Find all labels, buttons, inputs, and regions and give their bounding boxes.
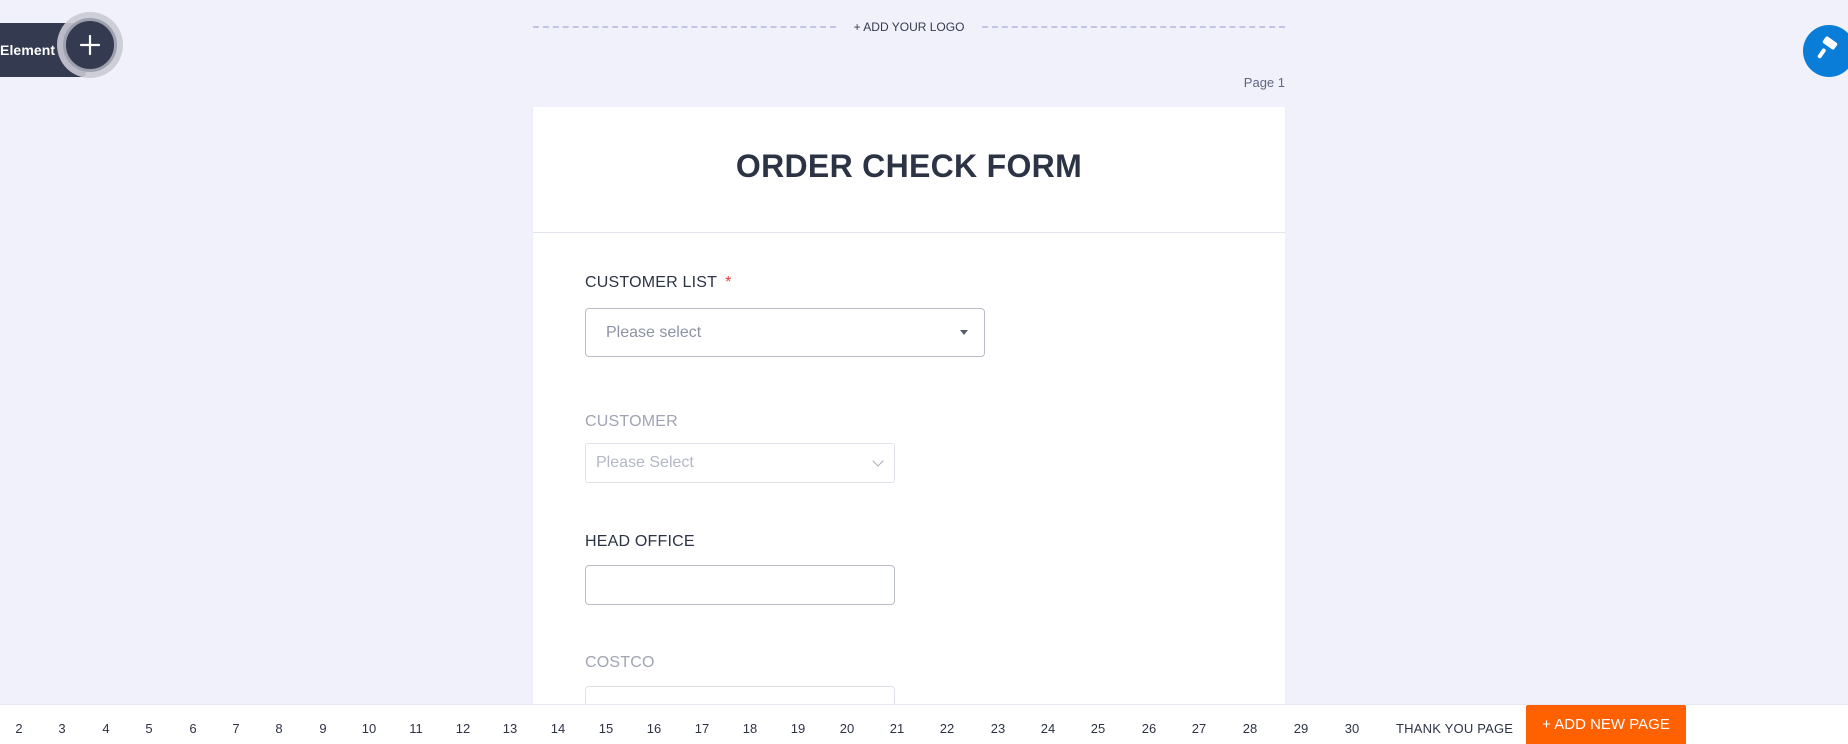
tab-page-16[interactable]: 16	[647, 721, 661, 736]
field-label: CUSTOMER LIST *	[585, 274, 985, 292]
form-designer-button[interactable]	[1803, 25, 1848, 77]
tab-page-17[interactable]: 17	[695, 721, 709, 736]
select-placeholder: Please select	[606, 323, 702, 341]
tab-page-23[interactable]: 23	[991, 721, 1005, 736]
tab-page-22[interactable]: 22	[940, 721, 954, 736]
field-head-office[interactable]: HEAD OFFICE	[585, 533, 895, 605]
tab-page-6[interactable]: 6	[189, 721, 196, 736]
add-element-label: Element	[0, 42, 56, 58]
tab-page-14[interactable]: 14	[551, 721, 565, 736]
tab-page-24[interactable]: 24	[1041, 721, 1055, 736]
field-label-text: CUSTOMER LIST	[585, 274, 718, 291]
tab-page-27[interactable]: 27	[1192, 721, 1206, 736]
tab-page-21[interactable]: 21	[890, 721, 904, 736]
add-logo-label[interactable]: + ADD YOUR LOGO	[836, 20, 983, 34]
tab-page-10[interactable]: 10	[362, 721, 376, 736]
tab-page-4[interactable]: 4	[102, 721, 109, 736]
tab-page-30[interactable]: 30	[1345, 721, 1359, 736]
logo-dash-right	[982, 26, 1285, 28]
tab-thank-you-page[interactable]: THANK YOU PAGE	[1396, 721, 1513, 736]
field-customer-list[interactable]: CUSTOMER LIST * Please select	[585, 274, 985, 357]
tab-page-9[interactable]: 9	[319, 721, 326, 736]
tab-page-25[interactable]: 25	[1091, 721, 1105, 736]
customer-select[interactable]: Please Select	[585, 443, 895, 483]
tab-page-5[interactable]: 5	[145, 721, 152, 736]
field-label: HEAD OFFICE	[585, 533, 695, 550]
plus-icon[interactable]	[63, 18, 117, 72]
tab-page-20[interactable]: 20	[840, 721, 854, 736]
form-header[interactable]: ORDER CHECK FORM	[533, 107, 1285, 233]
tab-page-18[interactable]: 18	[743, 721, 757, 736]
tab-page-15[interactable]: 15	[599, 721, 613, 736]
tab-page-2[interactable]: 2	[15, 721, 22, 736]
customer-list-select[interactable]: Please select	[585, 308, 985, 357]
add-element-plus-button[interactable]	[57, 12, 123, 86]
tab-page-29[interactable]: 29	[1294, 721, 1308, 736]
field-label: CUSTOMER	[585, 413, 678, 430]
form-card: ORDER CHECK FORM CUSTOMER LIST * Please s…	[533, 107, 1285, 726]
required-marker: *	[725, 274, 732, 291]
chevron-down-icon	[872, 455, 884, 467]
caret-down-icon	[960, 330, 968, 335]
form-title[interactable]: ORDER CHECK FORM	[736, 148, 1082, 185]
tab-page-7[interactable]: 7	[232, 721, 239, 736]
tab-page-19[interactable]: 19	[791, 721, 805, 736]
select-placeholder: Please Select	[596, 454, 694, 471]
paint-roller-icon	[1815, 35, 1841, 67]
logo-placeholder[interactable]: + ADD YOUR LOGO	[533, 18, 1285, 36]
page-tabs-bar: 2 3 4 5 6 7 8 9 10 11 12 13 14 15 16 17 18 19 20 21 22 23 24 25…	[0, 704, 1848, 744]
page-indicator: Page 1	[1243, 75, 1285, 90]
field-label: COSTCO	[585, 654, 655, 671]
logo-dash-left	[533, 26, 836, 28]
tab-page-3[interactable]: 3	[58, 721, 65, 736]
tab-page-12[interactable]: 12	[456, 721, 470, 736]
add-new-page-button[interactable]: + ADD NEW PAGE	[1526, 705, 1686, 744]
head-office-input[interactable]	[585, 565, 895, 605]
field-customer[interactable]: CUSTOMER Please Select	[585, 413, 895, 483]
tab-page-28[interactable]: 28	[1243, 721, 1257, 736]
tab-page-26[interactable]: 26	[1142, 721, 1156, 736]
tab-page-8[interactable]: 8	[275, 721, 282, 736]
tab-page-11[interactable]: 11	[409, 721, 423, 736]
tab-page-13[interactable]: 13	[503, 721, 517, 736]
